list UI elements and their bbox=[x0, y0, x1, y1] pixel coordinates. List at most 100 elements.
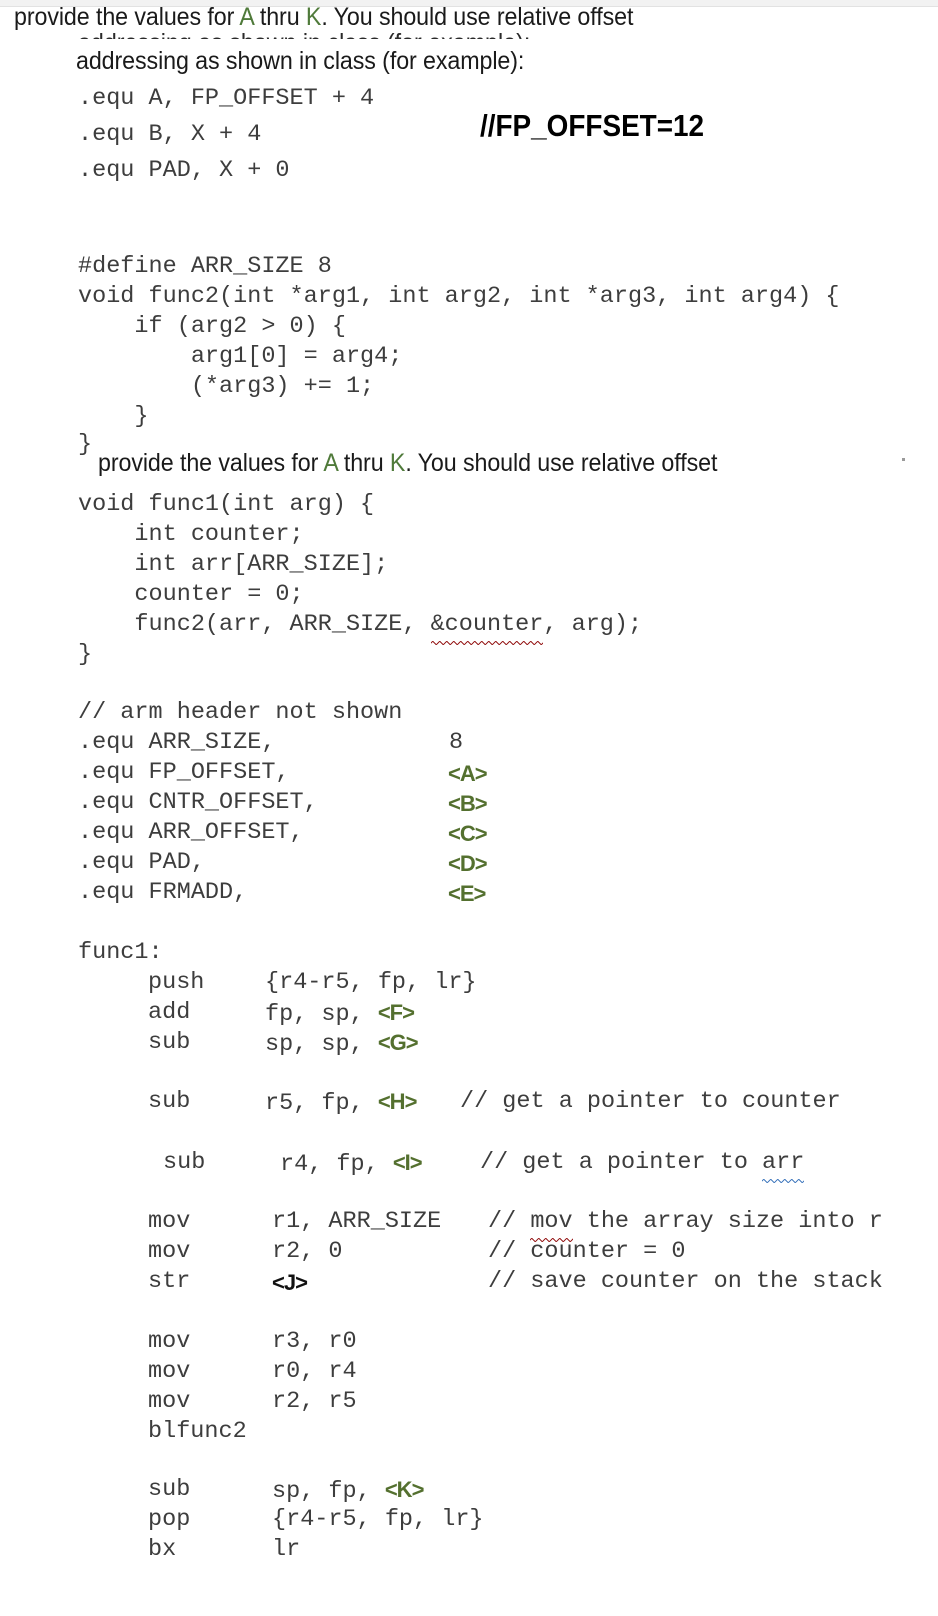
asm-mnemonic-mov-r1: mov bbox=[148, 1208, 191, 1235]
asm-line-add-fp: add bbox=[148, 998, 190, 1028]
asm-comment-sub-r4-pre: // get a pointer to bbox=[480, 1149, 763, 1176]
asm-comment-mov-r1-post: the array size into r bbox=[572, 1208, 883, 1235]
c-func1-call-counter-arg: &counter bbox=[430, 610, 543, 646]
equ-directive-fp-offset: .equ FP_OFFSET, bbox=[78, 759, 290, 786]
asm-placeholder-f: <F> bbox=[377, 1000, 415, 1025]
equ-placeholder-b: <B> bbox=[448, 789, 488, 819]
c-func1-arr-decl-text: int arr[ARR_SIZE]; bbox=[78, 551, 389, 578]
asm-line-sub-sp: sub bbox=[148, 1028, 190, 1058]
placeholder-letter-a: A bbox=[239, 3, 254, 31]
instruction-text-mid: thru bbox=[253, 3, 306, 31]
asm-comment-mov-r1: // mov the array size into r bbox=[488, 1207, 883, 1243]
asm-mnemonic-sub-k: sub bbox=[148, 1476, 191, 1503]
asm-header-comment: // arm header not shown bbox=[78, 698, 402, 728]
instruction-text-pre: provide the values for bbox=[14, 3, 240, 31]
asm-mnemonic-pop: pop bbox=[148, 1506, 191, 1533]
instruction-mid-text-tail: . You should use relative offset bbox=[405, 449, 718, 477]
asm-operands-mov-r2b-text: r2, r5 bbox=[272, 1388, 357, 1415]
equ-row-fp-offset: .equ FP_OFFSET, bbox=[78, 758, 290, 788]
asm-comment-str-text: // save counter on the stack bbox=[488, 1268, 883, 1295]
c-func2-close: } bbox=[78, 430, 92, 460]
equ-placeholder-c: <C> bbox=[448, 819, 488, 849]
asm-operands-mov-r2: r2, 0 bbox=[272, 1237, 343, 1267]
asm-operands-mov-r2b: r2, r5 bbox=[272, 1387, 357, 1417]
asm-mnemonic-sub-sp: sub bbox=[148, 1029, 191, 1056]
asm-operands-str: <J> bbox=[272, 1268, 308, 1300]
c-func1-counter-decl: int counter; bbox=[78, 520, 303, 550]
asm-operands-mov-r1-text: r1, ARR_SIZE bbox=[272, 1208, 456, 1235]
instruction-mid-text-mid: thru bbox=[337, 449, 390, 477]
equ-value-arr-size-text: 8 bbox=[449, 729, 464, 756]
asm-line-sub-k: sub bbox=[148, 1475, 190, 1505]
c-func1-counter-init: counter = 0; bbox=[78, 580, 303, 610]
c-func2-if: if (arg2 > 0) { bbox=[78, 312, 346, 342]
c-func2-assign: arg1[0] = arg4; bbox=[78, 342, 403, 372]
instruction-mid-text-pre: provide the values for bbox=[98, 449, 324, 477]
c-func2-close-if-text: } bbox=[78, 403, 149, 430]
asm-operands-mov-r3-text: r3, r0 bbox=[272, 1328, 357, 1355]
asm-operands-sub-r4-text: r4, fp, bbox=[280, 1151, 393, 1178]
equ-placeholder-b-text: <B> bbox=[448, 791, 488, 816]
asm-operands-sub-sp-text: sp, sp, bbox=[265, 1031, 378, 1058]
c-func2-signature: void func2(int *arg1, int arg2, int *arg… bbox=[78, 282, 840, 312]
equ-row-frmadd: .equ FRMADD, bbox=[78, 878, 247, 908]
placeholder-letter-k: K bbox=[305, 3, 322, 31]
scan-artifact-dot-right bbox=[902, 458, 905, 461]
asm-operands-add-fp-text: fp, sp, bbox=[265, 1001, 378, 1028]
equ-directive-pad: .equ PAD, bbox=[78, 849, 205, 876]
c-func1-signature-text: void func1(int arg) { bbox=[78, 491, 375, 518]
asm-mnemonic-mov-r2b: mov bbox=[148, 1388, 191, 1415]
asm-comment-mov-r1-pre: // bbox=[488, 1208, 531, 1235]
asm-placeholder-i: <I> bbox=[392, 1150, 423, 1175]
asm-line-pop: pop bbox=[148, 1505, 190, 1535]
asm-mnemonic-mov-r0: mov bbox=[148, 1358, 191, 1385]
asm-operands-push-text: {r4-r5, fp, lr} bbox=[265, 969, 477, 996]
c-define-arr-size-text: #define ARR_SIZE 8 bbox=[78, 253, 332, 280]
example-equ-line-2: .equ B, X + 4 bbox=[78, 120, 261, 150]
equ-directive-arr-offset: .equ ARR_OFFSET, bbox=[78, 819, 304, 846]
asm-operands-sub-r5-text: r5, fp, bbox=[265, 1090, 378, 1117]
asm-line-sub-r5: sub bbox=[148, 1087, 190, 1117]
asm-comment-sub-r5: // get a pointer to counter bbox=[460, 1087, 841, 1117]
instruction-line-middle: provide the values for A thru K. You sho… bbox=[98, 450, 717, 477]
asm-header-comment-text: // arm header not shown bbox=[78, 699, 403, 726]
asm-operands-bx-text: lr bbox=[272, 1536, 301, 1563]
asm-mnemonic-sub-r5: sub bbox=[148, 1088, 191, 1115]
asm-operands-mov-r0: r0, r4 bbox=[272, 1357, 357, 1387]
c-func2-increment: (*arg3) += 1; bbox=[78, 372, 374, 402]
instruction-text-tail: . You should use relative offset bbox=[321, 3, 634, 31]
asm-operands-push: {r4-r5, fp, lr} bbox=[265, 968, 477, 998]
asm-line-str: str bbox=[148, 1267, 190, 1297]
placeholder-letter-a-middle: A bbox=[323, 449, 338, 477]
fp-offset-note-text: //FP_OFFSET=12 bbox=[480, 108, 705, 143]
example-equ-line-3: .equ PAD, X + 0 bbox=[78, 156, 290, 186]
equ-placeholder-a: <A> bbox=[448, 759, 488, 789]
asm-mnemonic-bx: bx bbox=[148, 1536, 177, 1563]
example-equ-text-1: .equ A, FP_OFFSET + 4 bbox=[78, 85, 375, 112]
asm-line-mov-r2: mov bbox=[148, 1237, 190, 1267]
asm-mnemonic-mov-r3: mov bbox=[148, 1328, 191, 1355]
equ-directive-arr-size: .equ ARR_SIZE, bbox=[78, 729, 276, 756]
equ-placeholder-c-text: <C> bbox=[448, 821, 488, 846]
asm-operands-pop: {r4-r5, fp, lr} bbox=[272, 1505, 484, 1535]
asm-operands-bx: lr bbox=[272, 1535, 300, 1565]
c-define-arr-size: #define ARR_SIZE 8 bbox=[78, 252, 332, 282]
ghost-addressing-line: addressing as shown in class (for exampl… bbox=[78, 30, 636, 39]
asm-placeholder-j: <J> bbox=[272, 1270, 308, 1295]
equ-value-arr-size: 8 bbox=[449, 728, 463, 758]
equ-placeholder-d: <D> bbox=[448, 849, 488, 879]
asm-comment-mov-r2-text: // counter = 0 bbox=[488, 1238, 686, 1265]
c-func1-call-post: , arg); bbox=[543, 611, 643, 638]
asm-line-mov-r2b: mov bbox=[148, 1387, 190, 1417]
asm-comment-sub-r4-arr: arr bbox=[762, 1148, 805, 1184]
asm-mnemonic-sub-r4: sub bbox=[163, 1149, 206, 1176]
asm-mnemonic-mov-r2: mov bbox=[148, 1238, 191, 1265]
asm-operands-mov-r2-text: r2, 0 bbox=[272, 1238, 343, 1265]
asm-line-bx: bx bbox=[148, 1535, 176, 1565]
example-equ-text-3: .equ PAD, X + 0 bbox=[78, 157, 290, 184]
asm-operands-add-fp: fp, sp, <F> bbox=[265, 998, 415, 1030]
c-func2-if-text: if (arg2 > 0) { bbox=[78, 313, 346, 340]
asm-placeholder-g: <G> bbox=[377, 1030, 419, 1055]
equ-row-pad: .equ PAD, bbox=[78, 848, 205, 878]
asm-operands-mov-r0-text: r0, r4 bbox=[272, 1358, 357, 1385]
